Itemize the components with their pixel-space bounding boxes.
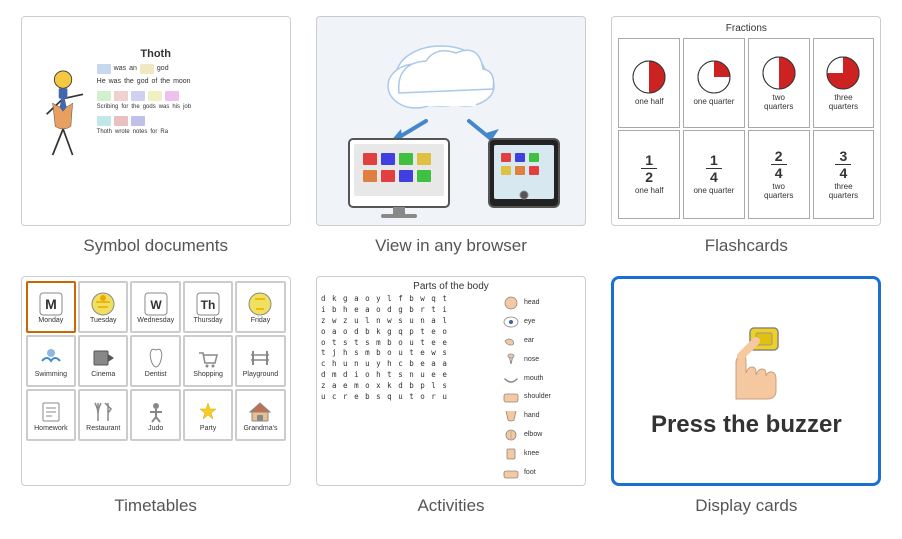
flash-cell-quarter-fraction: 1 4 one quarter <box>683 130 745 220</box>
stick-figure <box>36 64 91 194</box>
tt-cell-shopping: Shopping <box>183 335 233 387</box>
tt-cell-judo: Judo <box>130 389 180 441</box>
flash-cell-three-quarters-fraction: 3 4 three quarters <box>813 130 875 220</box>
card-label-timetables: Timetables <box>114 496 197 516</box>
wordsearch-grid: d k g a o y l f b w q t i b h e a o d g … <box>321 294 497 481</box>
flash-cell-half-fraction: 1 2 one half <box>618 130 680 220</box>
card-image-flashcards: Fractions one half <box>611 16 881 226</box>
card-label-browser: View in any browser <box>375 236 527 256</box>
card-image-display-cards: Press the buzzer <box>611 276 881 486</box>
svg-text:W: W <box>150 298 162 312</box>
main-grid: Thoth <box>16 16 886 516</box>
tt-cell-thursday: Th Thursday <box>183 281 233 333</box>
card-label-display-cards: Display cards <box>695 496 797 516</box>
browser-illustration <box>321 21 581 221</box>
flashcard-title: Fractions <box>618 23 874 34</box>
body-words-list: head eye ear nose <box>501 294 581 481</box>
svg-text:Th: Th <box>201 298 216 312</box>
tt-cell-monday: M Monday <box>26 281 76 333</box>
card-display-cards: Press the buzzer Display cards <box>607 276 886 516</box>
flash-cell-one-quarter: one quarter <box>683 38 745 128</box>
tt-cell-party: Party <box>183 389 233 441</box>
card-timetables: M Monday Tuesday <box>16 276 295 516</box>
flash-cell-one-half: one half <box>618 38 680 128</box>
flash-cell-three-quarters: three quarters <box>813 38 875 128</box>
card-flashcards: Fractions one half <box>607 16 886 256</box>
activities-title: Parts of the body <box>321 281 581 292</box>
display-card-inner: Press the buzzer <box>611 276 881 486</box>
card-browser: View in any browser <box>311 16 590 256</box>
card-activities: Parts of the body d k g a o y l f b w q … <box>311 276 590 516</box>
tt-cell-grandmas: Grandma's <box>235 389 285 441</box>
card-image-browser <box>316 16 586 226</box>
buzzer-label: Press the buzzer <box>651 411 842 440</box>
symbol-doc-title: Thoth <box>140 48 171 60</box>
flash-cell-two-quarters-fraction: 2 4 two quarters <box>748 130 810 220</box>
tt-cell-wednesday: W Wednesday <box>130 281 180 333</box>
tt-cell-playground: Playground <box>235 335 285 387</box>
tt-cell-friday: Friday <box>235 281 285 333</box>
tt-cell-tuesday: Tuesday <box>78 281 128 333</box>
tt-cell-dentist: Dentist <box>130 335 180 387</box>
card-label-activities: Activities <box>417 496 484 516</box>
card-image-activities: Parts of the body d k g a o y l f b w q … <box>316 276 586 486</box>
tt-cell-restaurant: Restaurant <box>78 389 128 441</box>
buzzer-hand-icon <box>706 323 786 403</box>
svg-text:M: M <box>45 296 57 312</box>
tt-cell-homework: Homework <box>26 389 76 441</box>
card-image-symbol-documents: Thoth <box>21 16 291 226</box>
card-label-flashcards: Flashcards <box>705 236 788 256</box>
tt-cell-swimming: Swimming <box>26 335 76 387</box>
card-label-symbol-documents: Symbol documents <box>83 236 228 256</box>
flash-cell-two-quarters: two quarters <box>748 38 810 128</box>
card-symbol-documents: Thoth <box>16 16 295 256</box>
tt-cell-cinema: Cinema <box>78 335 128 387</box>
card-image-timetables: M Monday Tuesday <box>21 276 291 486</box>
